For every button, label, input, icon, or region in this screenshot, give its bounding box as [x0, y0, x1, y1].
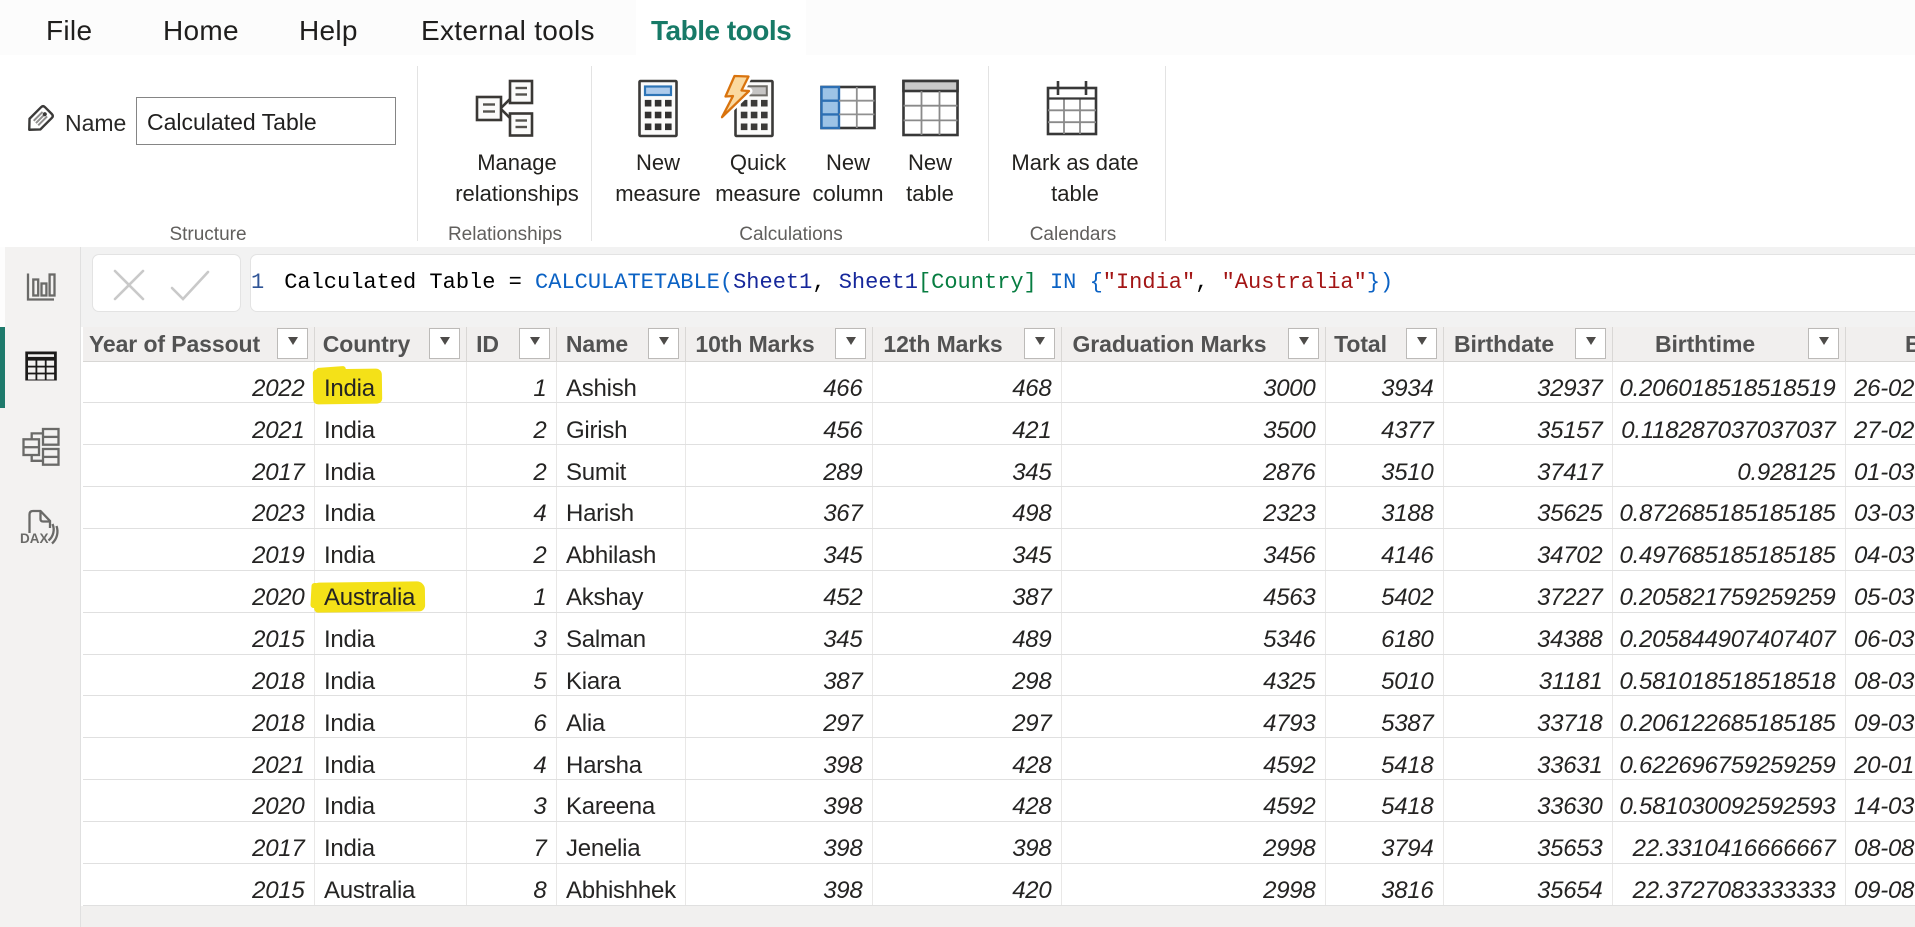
svg-text:DAX: DAX — [20, 531, 49, 546]
